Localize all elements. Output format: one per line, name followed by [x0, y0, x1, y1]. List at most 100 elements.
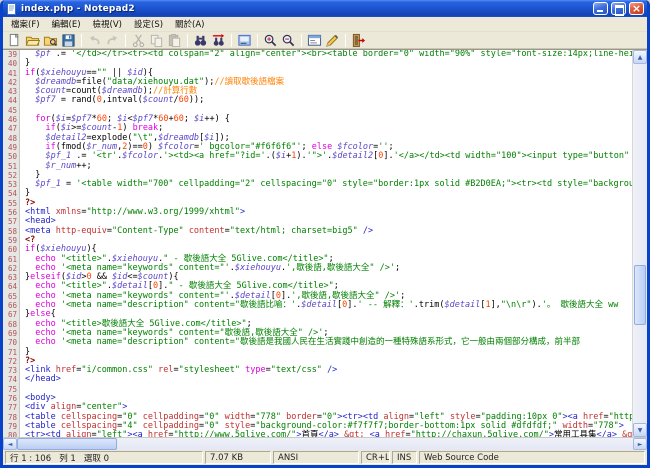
code-token: xmlns — [56, 207, 82, 217]
line-number: 63 — [3, 273, 19, 282]
code-line-51[interactable]: $r_num++; — [25, 162, 632, 171]
exit-icon — [351, 33, 366, 48]
code-token: .trim( — [414, 300, 445, 310]
status-file-size: 7.07 KB — [205, 451, 271, 464]
maximize-button[interactable] — [611, 2, 626, 15]
code-line-44[interactable]: $pf7 = rand(0,intval($count/60)); — [25, 96, 632, 105]
code-token: //讀取歇後語檔案 — [214, 77, 284, 87]
code-line-54[interactable]: } — [25, 189, 632, 198]
scroll-right-button[interactable]: ► — [633, 438, 647, 450]
customize-schemes-button[interactable] — [324, 32, 341, 48]
minimize-button[interactable] — [593, 2, 608, 15]
line-number: 42 — [3, 78, 19, 87]
code-token: 60 — [179, 95, 189, 105]
zoom-out-button[interactable] — [280, 32, 297, 48]
status-insert-mode: INS — [392, 451, 417, 464]
replace-button[interactable] — [210, 32, 227, 48]
exit-button[interactable] — [350, 32, 367, 48]
line-number: 50 — [3, 152, 19, 161]
code-token: /> — [327, 365, 337, 375]
vertical-scrollbar[interactable]: ▲ ▼ — [632, 50, 647, 437]
find-icon — [193, 33, 208, 48]
code-line-66[interactable]: echo '<meta name="description" content="… — [25, 301, 632, 310]
line-number: 75 — [3, 385, 19, 394]
scroll-left-button[interactable]: ◄ — [3, 438, 17, 450]
code-line-58[interactable]: <meta http-equiv="Content-Type" content=… — [25, 227, 632, 236]
code-line-73[interactable]: <link href="i/common.css" rel="styleshee… — [25, 366, 632, 375]
copy-button[interactable] — [148, 32, 165, 48]
menu-item-settings[interactable]: 設定(S) — [128, 17, 169, 31]
code-line-39[interactable]: $pf .= '</td></tr><tr><td colspan="2" al… — [25, 50, 632, 59]
code-token: ' -- 解釋：' — [358, 300, 414, 310]
code-token: "stylesheet" — [179, 365, 240, 375]
status-cursor-position: 行 1 : 106 列 1 選取 0 — [5, 451, 203, 464]
code-token: ><a — [127, 430, 142, 437]
code-token: '">' — [307, 151, 327, 161]
code-token: "http://chaxun.5glive.com/" — [411, 430, 549, 437]
find-button[interactable] — [192, 32, 209, 48]
toolbar-separator — [345, 34, 346, 47]
line-number: 61 — [3, 255, 19, 264]
code-token: $xiehouyu — [235, 263, 281, 273]
line-number: 73 — [3, 366, 19, 375]
line-number: 60 — [3, 245, 19, 254]
paste-button[interactable] — [166, 32, 183, 48]
code-line-56[interactable]: <html xmlns="http://www.w3.org/1999/xhtm… — [25, 208, 632, 217]
code-line-53[interactable]: $pf_1 = '<table width="700" cellpadding=… — [25, 180, 632, 189]
code-token: ++; — [76, 161, 91, 171]
vertical-scroll-thumb[interactable] — [634, 265, 646, 325]
code-line-80[interactable]: <tr><td align="left"><a href="http://www… — [25, 431, 632, 437]
code-line-59[interactable]: <? — [25, 236, 632, 245]
code-token: $count — [143, 95, 174, 105]
close-button[interactable] — [629, 2, 644, 15]
code-editor[interactable]: 3940414243444546474849505152535455565758… — [3, 50, 632, 437]
vertical-scroll-track[interactable] — [633, 64, 647, 423]
redo-button[interactable] — [104, 32, 121, 48]
code-line-70[interactable]: echo '<meta name="description" content="… — [25, 338, 632, 347]
cut-button[interactable] — [130, 32, 147, 48]
code-token: ; — [395, 263, 400, 273]
word-wrap-button[interactable] — [236, 32, 253, 48]
scheme-config-button[interactable] — [306, 32, 323, 48]
code-token: ++) { — [204, 114, 230, 124]
status-syntax-scheme: Web Source Code — [419, 451, 645, 464]
code-token: href — [148, 430, 168, 437]
menu-item-view[interactable]: 檢視(V) — [87, 17, 128, 31]
toolbar-separator — [301, 34, 302, 47]
open-file-button[interactable] — [24, 32, 41, 48]
line-number: 76 — [3, 394, 19, 403]
notepad2-window: index.php - Notepad2 檔案(F)編輯(E)檢視(V)設定(S… — [0, 0, 650, 468]
scroll-down-button[interactable]: ▼ — [633, 423, 647, 437]
zoom-in-button[interactable] — [262, 32, 279, 48]
code-line-75[interactable] — [25, 385, 632, 394]
code-token: 常用工具集 — [554, 430, 597, 437]
line-number: 68 — [3, 320, 19, 329]
scroll-up-button[interactable]: ▲ — [633, 50, 647, 64]
horizontal-scroll-thumb[interactable] — [17, 438, 117, 450]
code-area[interactable]: $pf .= '</td></tr><tr><td colspan="2" al… — [25, 50, 632, 437]
code-token: 60 — [174, 114, 184, 124]
code-token: ). — [296, 151, 306, 161]
code-line-50[interactable]: $pf_1 .= '<tr'.$fcolor.'><td><a href="?i… — [25, 152, 632, 161]
code-token: http-equiv — [56, 226, 107, 236]
title-bar[interactable]: index.php - Notepad2 — [3, 0, 647, 17]
code-token: '<meta name="description" content="歇後語是我… — [61, 337, 580, 347]
undo-icon — [87, 33, 102, 48]
line-number: 46 — [3, 115, 19, 124]
undo-button[interactable] — [86, 32, 103, 48]
menu-item-edit[interactable]: 編輯(E) — [46, 17, 87, 31]
customize-schemes-icon — [325, 33, 340, 48]
code-token: /> — [363, 226, 373, 236]
new-file-button[interactable] — [6, 32, 23, 48]
menu-item-file[interactable]: 檔案(F) — [5, 17, 46, 31]
menu-item-about[interactable]: 關於(A) — [169, 17, 210, 31]
code-token: ], — [491, 300, 501, 310]
save-file-button[interactable] — [60, 32, 77, 48]
browse-files-button[interactable] — [42, 32, 59, 48]
horizontal-scroll-track[interactable] — [17, 438, 633, 450]
horizontal-scrollbar[interactable]: ◄ ► — [3, 437, 647, 450]
code-line-71[interactable]: } — [25, 348, 632, 357]
line-number: 79 — [3, 422, 19, 431]
code-token: "\n\r" — [501, 300, 532, 310]
code-line-74[interactable]: </head> — [25, 375, 632, 384]
